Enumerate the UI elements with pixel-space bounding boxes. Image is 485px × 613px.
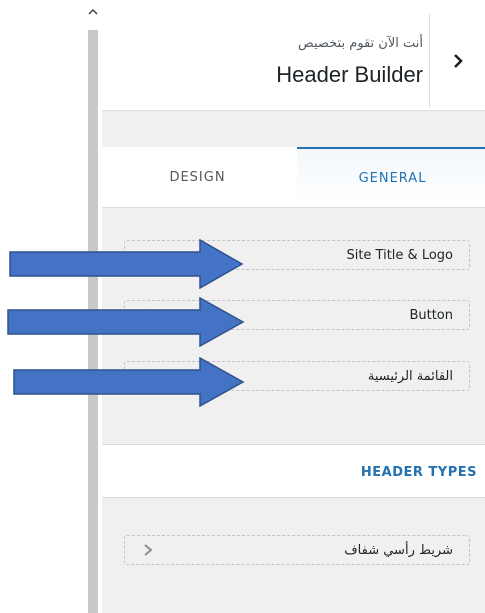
- item-label: Site Title & Logo: [346, 247, 453, 263]
- scroll-up-icon[interactable]: [86, 8, 100, 22]
- annotation-arrow: [9, 239, 244, 289]
- section-heading: HEADER TYPES: [360, 465, 477, 480]
- chevron-right-icon: [144, 544, 153, 556]
- tab-bar: DESIGN GENERAL: [102, 147, 485, 208]
- tab-general[interactable]: GENERAL: [297, 147, 485, 207]
- annotation-arrow: [7, 297, 245, 347]
- back-button[interactable]: [429, 14, 485, 107]
- item-label: Button: [409, 307, 453, 323]
- tab-design[interactable]: DESIGN: [102, 147, 293, 207]
- item-label: شريط رأسي شفاف: [344, 542, 453, 558]
- panel-header: أنت الآن تقوم بتخصيص Header Builder: [102, 0, 485, 111]
- chevron-right-icon: [453, 53, 463, 68]
- item-label: القائمة الرئيسية: [367, 368, 453, 384]
- annotation-arrow: [13, 357, 245, 407]
- header-types-section: HEADER TYPES: [102, 444, 485, 498]
- item-transparent-header[interactable]: شريط رأسي شفاف: [124, 535, 470, 565]
- customizing-label: أنت الآن تقوم بتخصيص: [298, 36, 423, 51]
- page-title: Header Builder: [276, 62, 423, 87]
